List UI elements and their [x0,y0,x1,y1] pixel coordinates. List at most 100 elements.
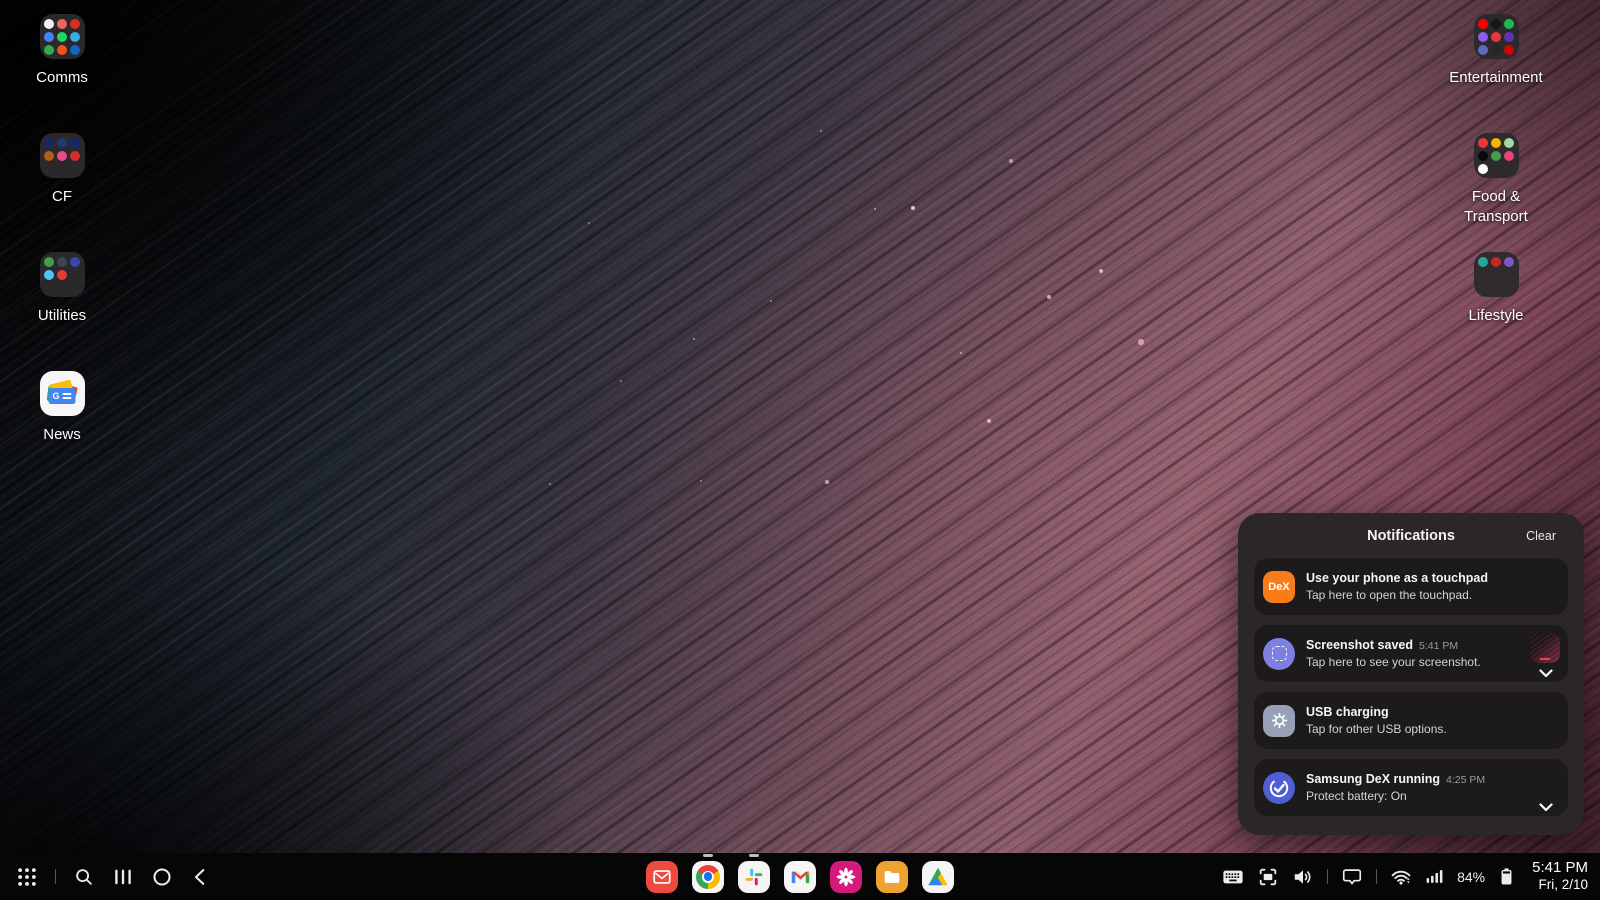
mini-app-icon [1478,164,1488,174]
notification-title: Use your phone as a touchpad [1306,571,1488,585]
mini-app-icon [1491,45,1501,55]
battery-percent[interactable]: 84% [1457,869,1485,885]
screenshot-thumbnail[interactable] [1530,633,1560,663]
dock-app-chrome[interactable] [692,853,724,900]
dock-app-slack[interactable] [738,853,770,900]
running-indicator [703,854,713,857]
running-indicator [749,854,759,857]
folder-lifestyle[interactable]: Lifestyle [1426,252,1566,326]
google-news-logo: G [49,384,76,404]
notification-body: Tap here to open the touchpad. [1306,588,1488,602]
dock-app-email[interactable] [646,853,678,900]
mini-app-icon [1478,257,1488,267]
chrome-icon [692,861,724,893]
folder-icon [40,252,85,297]
apps-grid-button[interactable] [16,866,38,888]
separator [55,869,56,884]
my-files-folder-icon [876,861,908,893]
battery-icon[interactable] [1498,866,1515,887]
screenshot-crop-icon [1263,638,1295,670]
screen-capture-icon[interactable] [1257,866,1279,888]
taskbar-dock [646,853,954,900]
folder-label: Entertainment [1449,68,1542,88]
mini-app-icon [1491,32,1501,42]
samsung-dex-icon: DeX [1263,571,1295,603]
recents-button[interactable] [112,866,134,888]
notification-title: Samsung DeX running [1306,772,1440,786]
mini-app-icon [57,270,67,280]
gmail-icon [784,861,816,893]
crop-frame-glyph [1272,646,1287,661]
mini-app-icon [1491,138,1501,148]
notification-time: 5:41 PM [1419,640,1458,652]
mini-app-icon [1491,19,1501,29]
gallery-flower-icon [830,861,862,893]
folder-label: Food & Transport [1446,187,1546,227]
notification-texts: Use your phone as a touchpad Tap here to… [1306,571,1488,602]
folder-food-transport[interactable]: Food & Transport [1426,133,1566,227]
taskbar-status-tray: 84% 5:41 PM Fri, 2/10 [1222,853,1588,900]
notification-screenshot-saved[interactable]: Screenshot saved 5:41 PM Tap here to see… [1254,625,1568,682]
mini-app-icon [1504,45,1514,55]
mini-app-icon [44,257,54,267]
cellular-signal-icon[interactable] [1425,867,1444,886]
mini-app-icon [1504,138,1514,148]
mini-app-icon [44,270,54,280]
notification-usb-charging[interactable]: USB charging Tap for other USB options. [1254,692,1568,749]
notification-texts: Samsung DeX running 4:25 PM Protect batt… [1306,772,1485,803]
notification-dex-touchpad[interactable]: DeX Use your phone as a touchpad Tap her… [1254,558,1568,615]
folder-cf[interactable]: CF [0,133,132,207]
mini-app-icon [57,32,67,42]
folder-entertainment[interactable]: Entertainment [1426,14,1566,88]
mini-app-icon [57,45,67,55]
dock-app-my-files[interactable] [876,853,908,900]
google-news-icon: G [40,371,85,416]
notification-body: Tap for other USB options. [1306,722,1447,736]
notification-title: Screenshot saved [1306,638,1413,652]
mini-app-icon [1478,32,1488,42]
mini-app-icon [44,45,54,55]
mini-app-icon [70,151,80,161]
expand-chevron-icon[interactable] [1537,800,1555,815]
mini-app-icon [57,138,67,148]
mini-app-icon [1478,151,1488,161]
google-drive-icon [922,861,954,893]
search-button[interactable] [73,866,95,888]
folder-label: Comms [36,68,88,88]
dex-desktop: Comms CF Utilities [0,0,1600,900]
mini-app-icon [1491,257,1501,267]
home-button[interactable] [151,866,173,888]
taskbar: 84% 5:41 PM Fri, 2/10 [0,853,1600,900]
notification-body: Tap here to see your screenshot. [1306,655,1481,669]
clock-time: 5:41 PM [1532,859,1588,877]
separator [1327,869,1328,884]
keyboard-icon[interactable] [1222,866,1244,888]
folder-icon [40,133,85,178]
notification-list: DeX Use your phone as a touchpad Tap her… [1238,558,1584,816]
folder-utilities[interactable]: Utilities [0,252,132,326]
mini-app-icon [70,19,80,29]
volume-icon[interactable] [1292,866,1314,888]
mini-app-icon [1478,138,1488,148]
notification-dex-running[interactable]: Samsung DeX running 4:25 PM Protect batt… [1254,759,1568,816]
mini-app-icon [57,257,67,267]
back-button[interactable] [190,866,212,888]
notifications-header: Notifications Clear [1238,513,1584,558]
app-google-news[interactable]: G News [0,371,132,445]
expand-chevron-icon[interactable] [1537,666,1555,681]
dock-app-google-drive[interactable] [922,853,954,900]
folder-label: Lifestyle [1468,306,1523,326]
folder-comms[interactable]: Comms [0,14,132,88]
slack-icon [738,861,770,893]
clock[interactable]: 5:41 PM Fri, 2/10 [1532,859,1588,894]
wifi-icon[interactable] [1390,866,1412,888]
dock-app-gmail[interactable] [784,853,816,900]
samsung-dex-check-icon [1263,772,1295,804]
chat-bubble-icon[interactable] [1341,866,1363,888]
folder-label: CF [52,187,72,207]
dock-app-gallery[interactable] [830,853,862,900]
separator [1376,869,1377,884]
clear-notifications-button[interactable]: Clear [1526,529,1556,543]
mini-app-icon [44,32,54,42]
notification-texts: Screenshot saved 5:41 PM Tap here to see… [1306,638,1481,669]
